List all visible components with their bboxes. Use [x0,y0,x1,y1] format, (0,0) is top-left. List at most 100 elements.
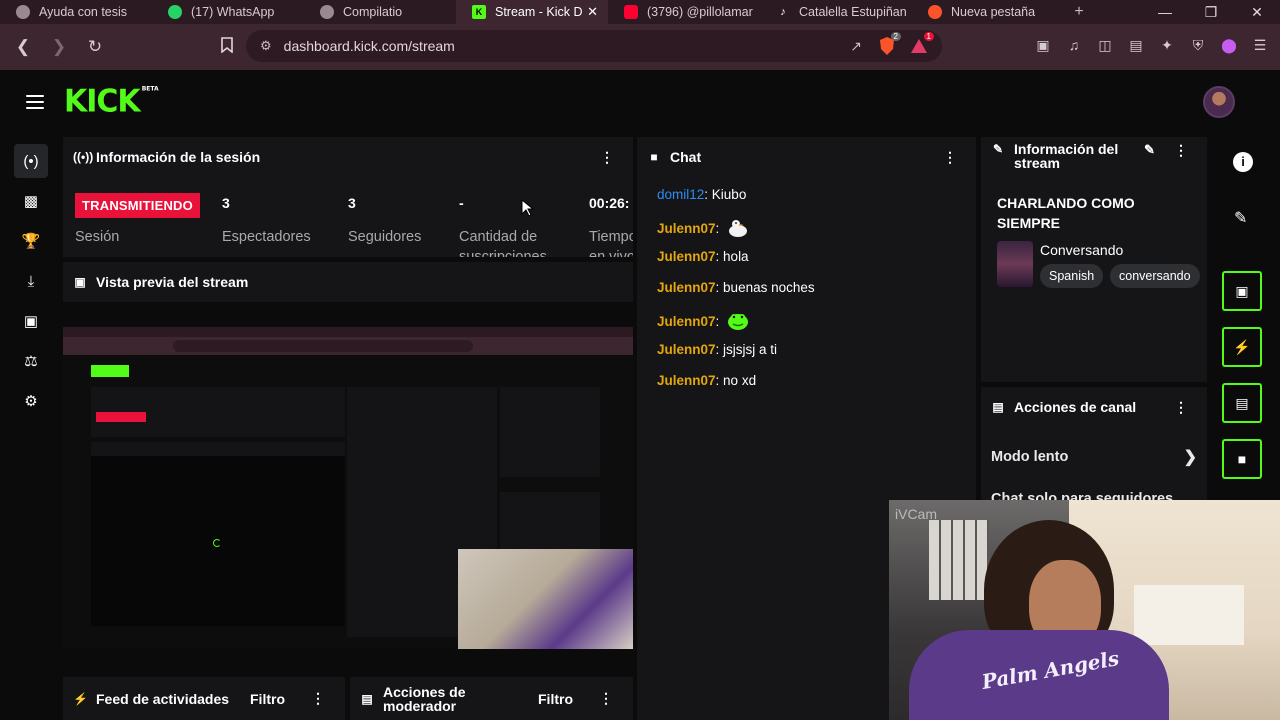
close-window-icon[interactable]: ✕ [1234,4,1280,21]
preview-mini-live [96,412,146,422]
browser-tab[interactable]: Compilatio [304,0,456,24]
chat-text: buenas noches [723,280,815,295]
restore-icon[interactable]: ❐ [1188,4,1234,21]
back-icon[interactable]: ❮ [8,37,38,57]
minimize-icon[interactable]: — [1142,4,1188,21]
info-icon[interactable]: i [1233,152,1253,172]
brave-icon [928,5,942,19]
chat-username[interactable]: Julenn07 [657,280,716,295]
mod-icon: ▤ [361,691,373,706]
url-text: dashboard.kick.com/stream [283,38,455,54]
hamburger-menu-icon[interactable] [26,95,44,113]
tag-spanish[interactable]: Spanish [1040,264,1104,288]
tab-close-icon[interactable]: ✕ [587,4,598,20]
profile-icon[interactable]: ⬤ [1219,37,1239,57]
leo-icon[interactable]: ✦ [1157,37,1177,57]
mouse-cursor [521,198,535,222]
category-name: Conversando [1040,242,1124,258]
session-menu-icon[interactable]: ⋮ [600,149,614,166]
tab-label: Ayuda con tesis [39,5,128,19]
chat-separator: : [715,342,724,357]
brave-shields-icon[interactable]: 2 [878,32,901,56]
chat-username[interactable]: Julenn07 [657,373,716,388]
stats-icon[interactable]: ▩ [14,184,48,218]
mod-actions-panel: ▤ Acciones de moderador Filtro ⋮ [350,677,633,720]
screen-capture-button[interactable]: ▣ [1222,271,1262,311]
chat-username[interactable]: domil12 [657,187,704,202]
settings-icon[interactable]: ⚙ [14,384,48,418]
action-slow-mode[interactable]: Modo lento ❯ [991,449,1197,466]
shields-count: 2 [890,32,901,41]
chat-message: Julenn07: buenas noches [657,280,815,295]
preview-mini-info [500,387,600,477]
viewers-value: 3 [222,195,230,211]
globe-icon [320,5,334,19]
music-icon[interactable]: ♫ [1064,37,1084,57]
browser-tab[interactable]: K Stream - Kick D ✕ [456,0,608,24]
edit-icon[interactable]: ✎ [1144,142,1155,158]
chat-separator: : [715,314,724,329]
reload-icon[interactable]: ↻ [80,37,110,57]
trophy-icon[interactable]: 🏆 [14,224,48,258]
youtube-icon [624,5,638,19]
browser-extensions: ▣ ♫ ◫ ▤ ✦ ⛨ ⬤ ☰ [1033,37,1270,57]
stream-info-title: Información del stream [1014,141,1119,171]
stream-preview[interactable] [63,327,633,649]
share-icon[interactable]: ↗ [850,38,862,55]
forward-icon[interactable]: ❯ [44,37,74,57]
browser-tab[interactable]: (17) WhatsApp [152,0,304,24]
webcam-watermark: iVCam [895,506,938,522]
chat-message: Julenn07: hola [657,249,749,264]
chat-text: jsjsjsj a ti [723,342,778,357]
screenshot-icon[interactable]: ▣ [1033,37,1053,57]
feed-menu-icon[interactable]: ⋮ [311,690,325,707]
webcam-overlay: Palm Angels iVCam [889,500,1280,720]
browser-tab[interactable]: Ayuda con tesis [0,0,152,24]
chat-separator: : [715,373,724,388]
subs-label: Cantidad de suscripciones [459,229,547,257]
category-thumbnail [997,241,1033,287]
broadcast-icon[interactable]: (•) [14,144,48,178]
bookmark-icon[interactable] [212,36,242,58]
feed-filter[interactable]: Filtro [250,691,285,707]
chat-username[interactable]: Julenn07 [657,249,716,264]
bolt-icon: ⚡ [73,691,88,706]
browser-tab[interactable]: (3796) @pillolamar [608,0,760,24]
mod-title: Acciones de moderador [383,683,466,714]
menu-icon[interactable]: ☰ [1250,37,1270,57]
pencil-icon[interactable]: ✎ [1234,208,1247,228]
chat-username[interactable]: Julenn07 [657,314,716,329]
mod-filter[interactable]: Filtro [538,691,573,707]
chat-message: Julenn07: [657,311,749,331]
new-tab-button[interactable]: + [1064,3,1094,21]
stream-info-menu-icon[interactable]: ⋮ [1174,142,1188,159]
vpn-icon[interactable]: ⛨ [1188,37,1208,57]
chat-bubble-button[interactable]: ■ [1222,439,1262,479]
preview-screenshot [63,327,633,649]
address-bar[interactable]: ⚙ dashboard.kick.com/stream ↗ 2 1 [246,30,942,62]
users-icon[interactable]: ⚖ [14,344,48,378]
mod-menu-icon[interactable]: ⋮ [599,690,613,707]
preview-icon: ▣ [74,275,86,289]
kick-logo[interactable]: KICK BETA [64,83,159,120]
browser-tab[interactable]: Nueva pestaña [912,0,1064,24]
notes-button[interactable]: ▤ [1222,383,1262,423]
sidebar-icon[interactable]: ◫ [1095,37,1115,57]
wrench-icon: ✎ [992,142,1004,156]
actions-menu-icon[interactable]: ⋮ [1174,399,1188,416]
rewards-icon[interactable]: 1 [910,32,934,55]
bolt-button[interactable]: ⚡ [1222,327,1262,367]
upload-icon[interactable]: ⤓ [14,264,48,298]
site-info-icon[interactable]: ⚙ [260,38,272,54]
tag-conversando[interactable]: conversando [1110,264,1200,288]
chat-menu-icon[interactable]: ⋮ [943,149,957,166]
chat-username[interactable]: Julenn07 [657,342,716,357]
user-avatar[interactable] [1203,86,1235,118]
chat-username[interactable]: Julenn07 [657,221,716,236]
tab-label: (3796) @pillolamar [647,5,753,19]
wallet-icon[interactable]: ▤ [1126,37,1146,57]
browser-tab[interactable]: ♪ Catalella Estupiñan [760,0,912,24]
activity-feed-panel: ⚡ Feed de actividades Filtro ⋮ [63,677,345,720]
screen-icon[interactable]: ▣ [14,304,48,338]
viewers-label: Espectadores [222,229,311,245]
